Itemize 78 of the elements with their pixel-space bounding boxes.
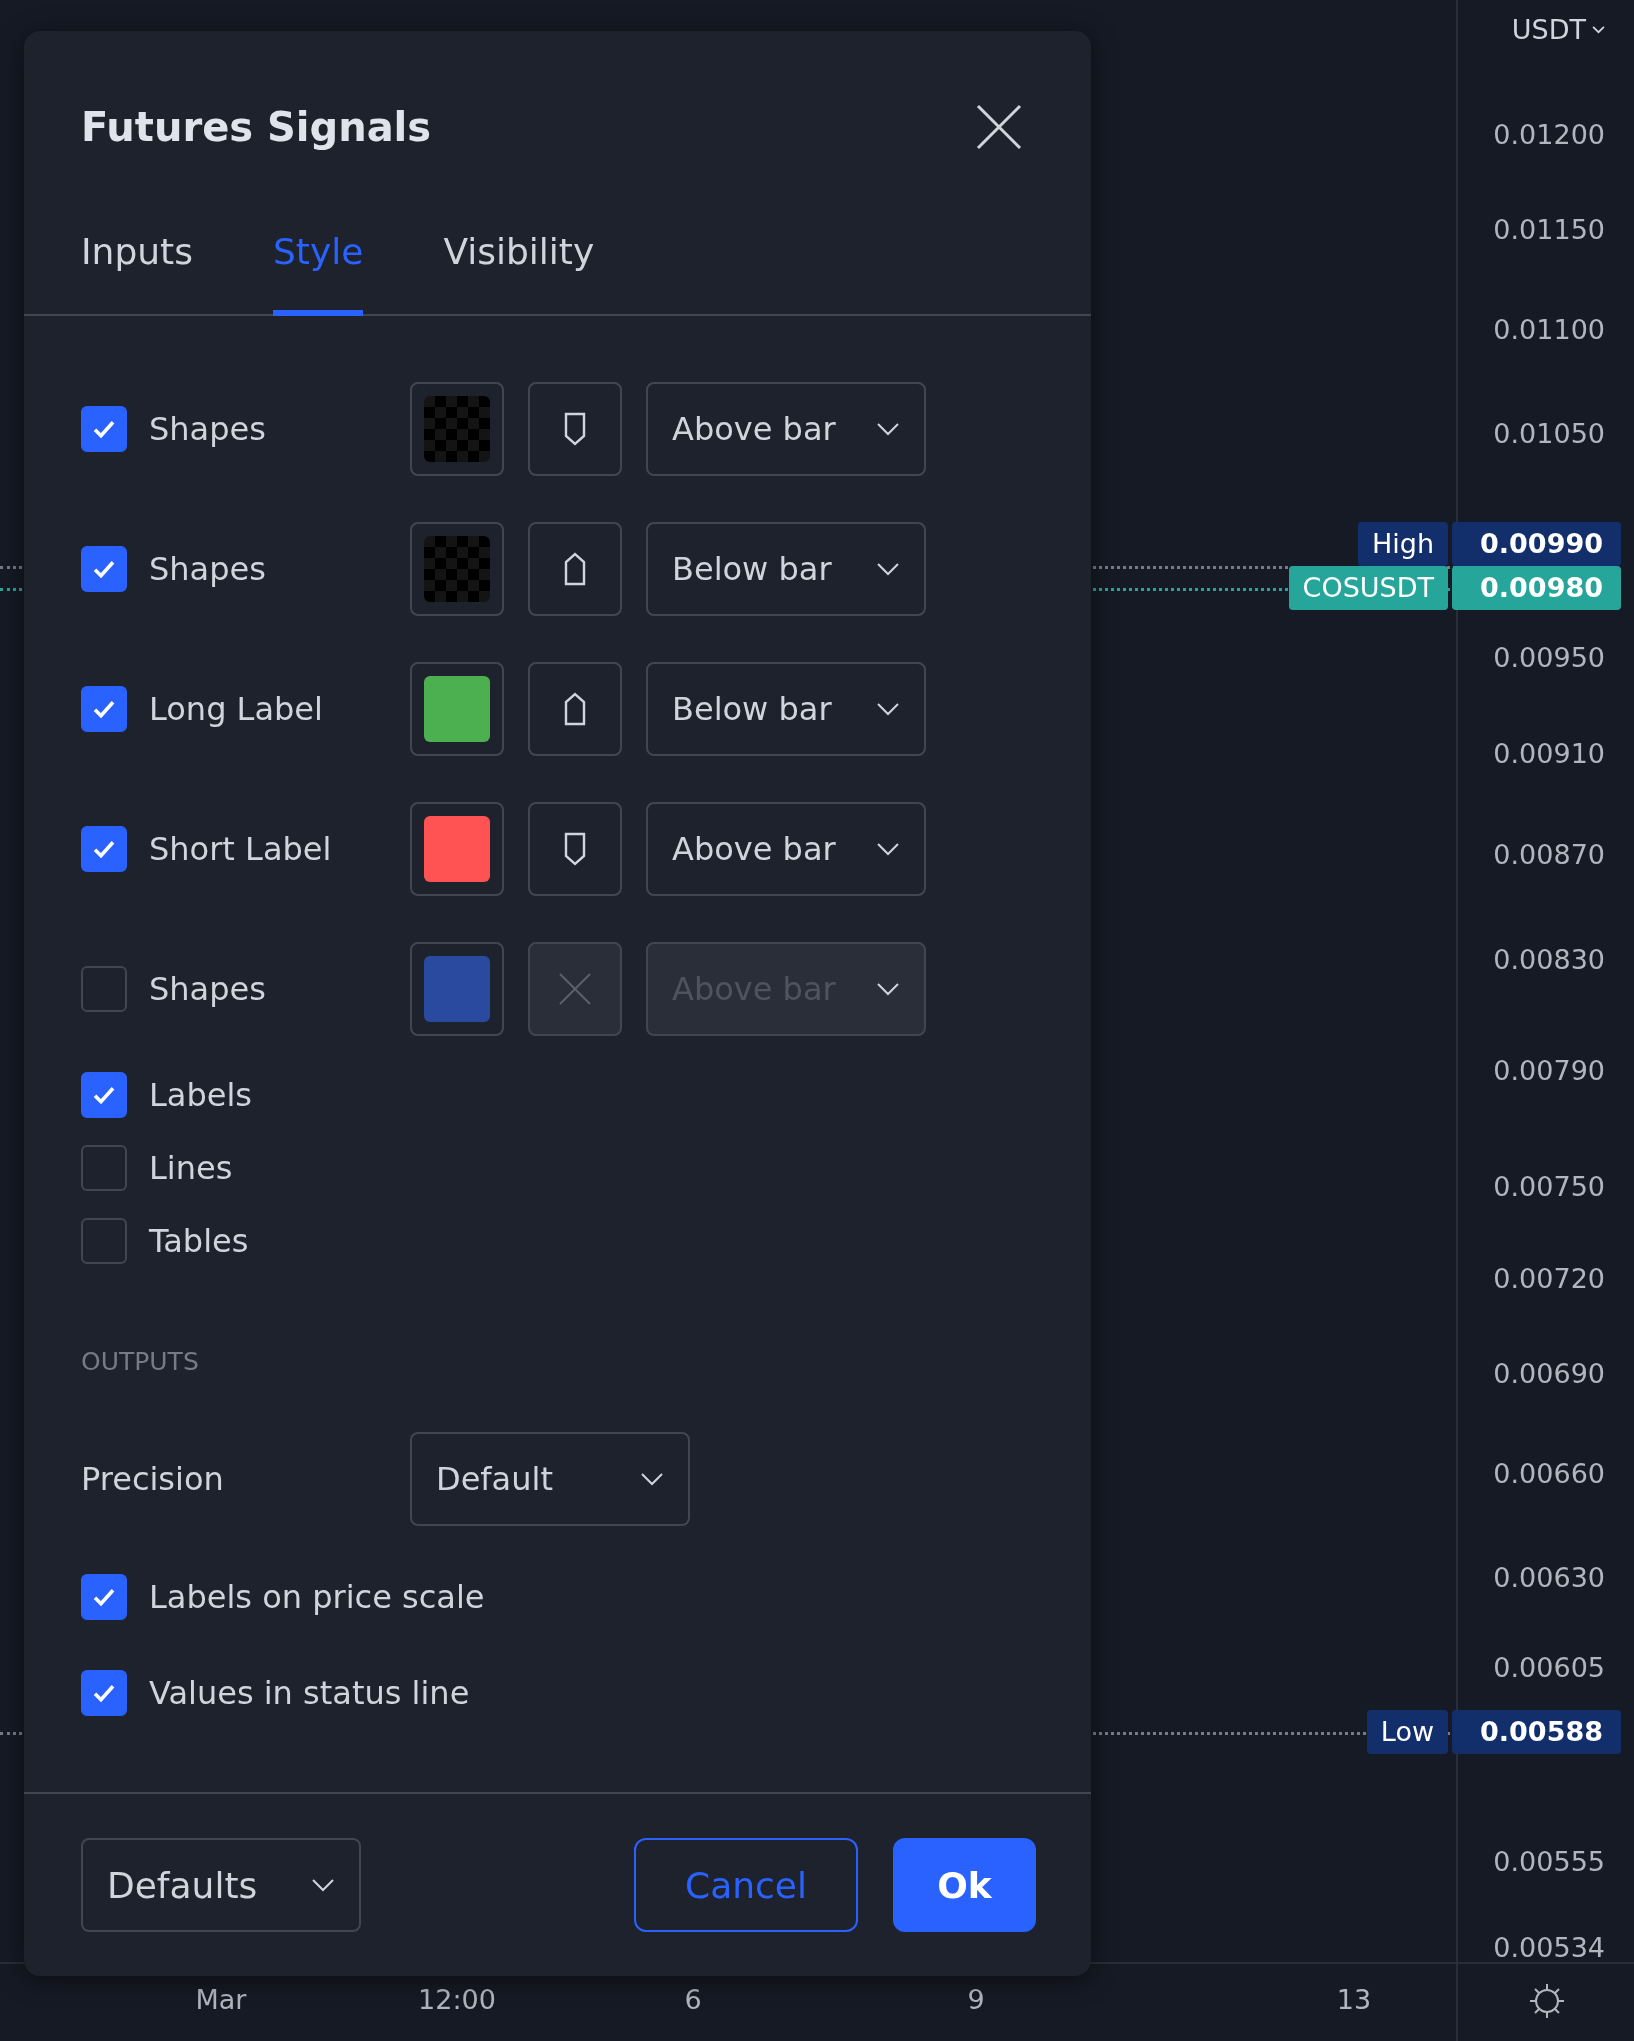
chevron-icon <box>876 842 900 856</box>
price-label: 0.00690 <box>1493 1357 1605 1391</box>
price-label: 0.00605 <box>1493 1651 1605 1686</box>
color-picker-button[interactable] <box>410 522 504 616</box>
color-picker-button[interactable] <box>410 942 504 1036</box>
field-label: Precision <box>81 1460 225 1498</box>
price-label: 0.00630 <box>1493 1560 1605 1595</box>
price-label: 0.00555 <box>1493 1844 1605 1879</box>
price-label: 0.01050 <box>1493 416 1605 451</box>
checkbox[interactable] <box>81 1218 127 1264</box>
location-dropdown[interactable]: Above bar <box>646 382 926 476</box>
chevron-icon <box>876 422 900 436</box>
time-label: Mar <box>195 1983 247 2017</box>
chevron-icon <box>876 562 900 576</box>
checkbox[interactable] <box>81 546 127 592</box>
section-heading: OUTPUTS <box>81 1346 200 1378</box>
series-tag: Low <box>1366 1710 1448 1755</box>
close-icon[interactable] <box>976 104 1022 150</box>
checkbox[interactable] <box>81 1670 127 1716</box>
checkbox-label: Values in status line <box>149 1674 470 1712</box>
price-label: 0.00750 <box>1493 1170 1605 1205</box>
time-label: 13 <box>1336 1983 1372 2017</box>
price-tag: 0.00588 <box>1452 1710 1621 1755</box>
price-label: 0.00870 <box>1493 838 1605 872</box>
dialog-title: Futures Signals <box>81 104 432 150</box>
shape-button[interactable] <box>528 802 622 896</box>
checkbox-label: Labels on price scale <box>149 1578 485 1616</box>
price-label: 0.00790 <box>1493 1054 1605 1088</box>
defaults-dropdown[interactable]: Defaults <box>81 1838 361 1932</box>
shape-button[interactable] <box>528 522 622 616</box>
location-dropdown[interactable]: Above bar <box>646 802 926 896</box>
checkbox[interactable] <box>81 406 127 452</box>
color-picker-button[interactable] <box>410 382 504 476</box>
checkbox[interactable] <box>81 686 127 732</box>
price-tag: 0.00980 <box>1452 566 1621 611</box>
chevron-icon <box>311 1878 335 1892</box>
checkbox-label: Short Label <box>149 830 332 868</box>
checkbox[interactable] <box>81 826 127 872</box>
price-label: 0.01200 <box>1493 118 1605 152</box>
checkbox-label: Tables <box>149 1222 249 1260</box>
price-label: 0.00534 <box>1493 1930 1605 1965</box>
shape-button[interactable] <box>528 382 622 476</box>
price-tag: 0.00990 <box>1452 522 1621 567</box>
ok-button[interactable]: Ok <box>893 1838 1036 1932</box>
chevron-icon <box>876 702 900 716</box>
currency-selector[interactable]: USDT <box>1511 14 1605 45</box>
series-tag: COSUSDT <box>1288 566 1448 611</box>
chevron-icon <box>876 982 900 996</box>
chevron-icon <box>1592 25 1605 34</box>
checkbox-label: Lines <box>149 1149 233 1187</box>
tab[interactable]: Visibility <box>443 216 595 316</box>
checkbox-label: Shapes <box>149 550 266 588</box>
price-label: 0.01150 <box>1493 213 1605 248</box>
precision-dropdown[interactable]: Default <box>410 1432 690 1526</box>
checkbox-label: Labels <box>149 1076 252 1114</box>
color-picker-button[interactable] <box>410 662 504 756</box>
price-label: 0.00950 <box>1493 641 1605 676</box>
shape-button[interactable] <box>528 662 622 756</box>
tab[interactable]: Inputs <box>81 216 193 316</box>
price-label: 0.00910 <box>1493 737 1605 772</box>
time-label: 9 <box>967 1983 985 2017</box>
color-picker-button[interactable] <box>410 802 504 896</box>
location-dropdown[interactable]: Below bar <box>646 662 926 756</box>
checkbox-label: Shapes <box>149 410 266 448</box>
location-dropdown[interactable]: Below bar <box>646 522 926 616</box>
chevron-icon <box>640 1472 664 1486</box>
time-label: 6 <box>684 1983 702 2017</box>
time-label: 12:00 <box>418 1983 496 2017</box>
price-label: 0.00720 <box>1493 1261 1605 1296</box>
price-label: 0.00830 <box>1493 943 1605 978</box>
price-label: 0.01100 <box>1493 312 1605 347</box>
price-label: 0.00660 <box>1493 1456 1605 1491</box>
checkbox-label: Shapes <box>149 970 266 1008</box>
checkbox[interactable] <box>81 1574 127 1620</box>
checkbox[interactable] <box>81 1072 127 1118</box>
checkbox[interactable] <box>81 1145 127 1191</box>
checkbox-label: Long Label <box>149 690 323 728</box>
series-tag: High <box>1357 522 1448 567</box>
